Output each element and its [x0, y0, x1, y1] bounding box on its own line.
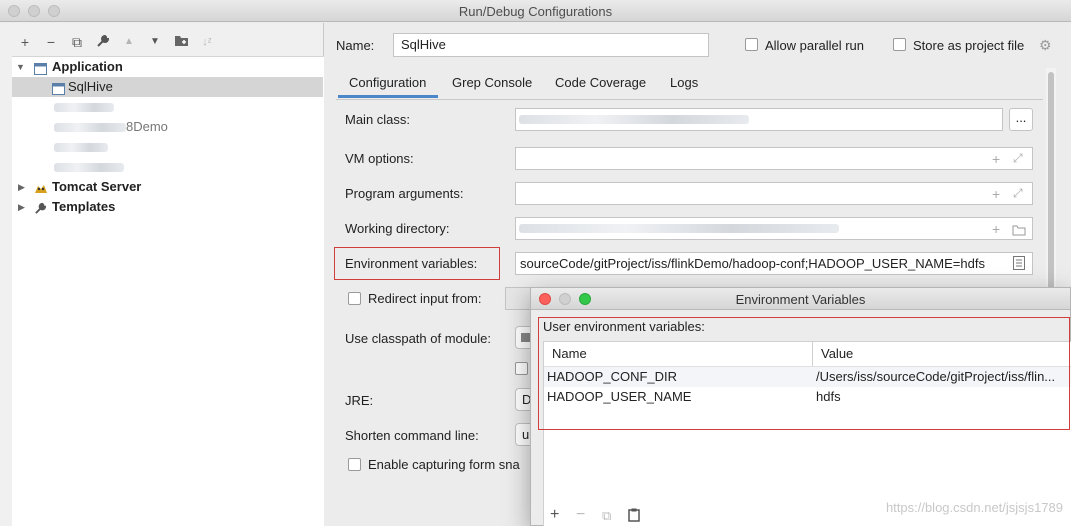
redirect-input-label: Redirect input from: [368, 291, 482, 306]
name-label: Name: [336, 38, 375, 53]
vm-options-input[interactable]: + ⤢ [515, 147, 1033, 170]
tree-item-templates[interactable]: ▶ Templates [12, 197, 323, 217]
tree-label-tomcat: Tomcat Server [52, 179, 142, 194]
tab-configuration[interactable]: Configuration [349, 75, 426, 90]
tree-item-tomcat-server[interactable]: ▶ Tomcat Server [12, 177, 323, 197]
wrench-icon[interactable] [94, 34, 112, 51]
include-provided-checkbox[interactable] [515, 362, 528, 375]
environment-variables-dialog: Environment Variables User environment v… [530, 287, 1071, 526]
expand-icon[interactable]: ⤢ [1013, 151, 1023, 166]
vm-options-label: VM options: [345, 151, 414, 166]
tree-label-demo: 8Demo [126, 119, 168, 134]
config-tabs: Configuration Grep Console Code Coverage… [336, 69, 1056, 99]
environment-variables-label: Environment variables: [345, 256, 478, 271]
move-down-icon[interactable]: ▼ [146, 34, 164, 50]
program-arguments-label: Program arguments: [345, 186, 464, 201]
blurred-text [54, 123, 126, 132]
blurred-text [54, 143, 108, 152]
enable-capturing-checkbox[interactable] [348, 458, 361, 471]
blurred-text [519, 115, 749, 124]
redirect-input-checkbox[interactable] [348, 292, 361, 305]
main-class-label: Main class: [345, 112, 411, 127]
working-directory-input[interactable]: + [515, 217, 1033, 240]
application-icon [34, 61, 47, 75]
plus-icon[interactable]: + [992, 186, 1000, 202]
tree-label-application: Application [52, 59, 123, 74]
environment-variables-value: sourceCode/gitProject/iss/flinkDemo/hado… [520, 256, 985, 271]
copy-icon[interactable]: ⧉ [68, 34, 86, 50]
store-project-label: Store as project file [913, 38, 1025, 53]
tree-item-application[interactable]: ▼ Application [12, 57, 323, 77]
tab-code-coverage[interactable]: Code Coverage [555, 75, 646, 90]
collapsed-arrow-icon[interactable]: ▶ [18, 197, 25, 217]
name-input[interactable]: SqlHive [393, 33, 709, 57]
remove-icon[interactable]: − [576, 506, 585, 524]
application-icon [52, 81, 65, 95]
remove-icon[interactable]: − [42, 34, 60, 50]
copy-icon[interactable]: ⧉ [602, 508, 611, 524]
blurred-text [54, 103, 114, 112]
shorten-command-value: u [522, 427, 530, 442]
add-icon[interactable]: + [16, 34, 34, 50]
module-icon [521, 333, 530, 342]
dialog-title: Environment Variables [735, 292, 866, 307]
add-icon[interactable]: + [550, 506, 559, 524]
folder-icon[interactable] [1012, 223, 1026, 239]
main-class-input[interactable] [515, 108, 1003, 131]
allow-parallel-checkbox[interactable] [745, 38, 758, 51]
gear-icon[interactable]: ⚙ [1039, 37, 1052, 54]
name-input-value: SqlHive [401, 37, 446, 52]
tree-item-blurred[interactable] [12, 97, 323, 117]
title-bar: Run/Debug Configurations [0, 0, 1071, 22]
collapsed-arrow-icon[interactable]: ▶ [18, 177, 25, 197]
tab-grep-console[interactable]: Grep Console [452, 75, 532, 90]
classpath-module-label: Use classpath of module: [345, 331, 491, 346]
tree-item-blurred[interactable] [12, 137, 323, 157]
plus-icon[interactable]: + [992, 151, 1000, 167]
allow-parallel-label: Allow parallel run [765, 38, 864, 53]
blurred-text [54, 163, 124, 172]
plus-icon[interactable]: + [992, 221, 1000, 237]
move-up-icon[interactable]: ▲ [120, 34, 138, 50]
highlight-box-env-table [538, 317, 1070, 430]
tree-label-templates: Templates [52, 199, 116, 214]
expanded-arrow-icon[interactable]: ▼ [16, 57, 25, 77]
expand-icon[interactable]: ⤢ [1013, 186, 1023, 201]
wrench-icon [34, 201, 47, 214]
watermark: https://blog.csdn.net/jsjsjs1789 [885, 500, 1063, 515]
blurred-text [519, 224, 839, 233]
tree-item-blurred[interactable] [12, 157, 323, 177]
tomcat-icon [34, 181, 47, 193]
dialog-title-bar: Environment Variables [531, 288, 1070, 310]
tab-logs[interactable]: Logs [670, 75, 698, 90]
paste-icon[interactable] [628, 508, 640, 522]
active-tab-indicator [338, 95, 438, 98]
window-title: Run/Debug Configurations [458, 4, 613, 19]
shorten-command-label: Shorten command line: [345, 428, 479, 443]
tree-item-demo[interactable]: 8Demo [12, 117, 323, 137]
program-arguments-input[interactable]: + ⤢ [515, 182, 1033, 205]
tree-label-sqlhive: SqlHive [68, 79, 113, 94]
edit-env-icon[interactable] [1013, 256, 1025, 270]
environment-variables-input[interactable]: sourceCode/gitProject/iss/flinkDemo/hado… [515, 252, 1033, 275]
folder-add-icon[interactable] [172, 34, 190, 50]
store-project-checkbox[interactable] [893, 38, 906, 51]
jre-label: JRE: [345, 393, 374, 408]
config-tree: ▼ Application SqlHive 8Demo ▶ Tomcat Ser… [12, 56, 324, 526]
sort-icon[interactable]: ↓ᶻ [198, 34, 216, 50]
enable-capturing-label: Enable capturing form sna [368, 457, 520, 472]
tree-item-sqlhive[interactable]: SqlHive [12, 77, 323, 97]
browse-main-class-button[interactable]: ... [1009, 108, 1033, 131]
working-directory-label: Working directory: [345, 221, 450, 236]
